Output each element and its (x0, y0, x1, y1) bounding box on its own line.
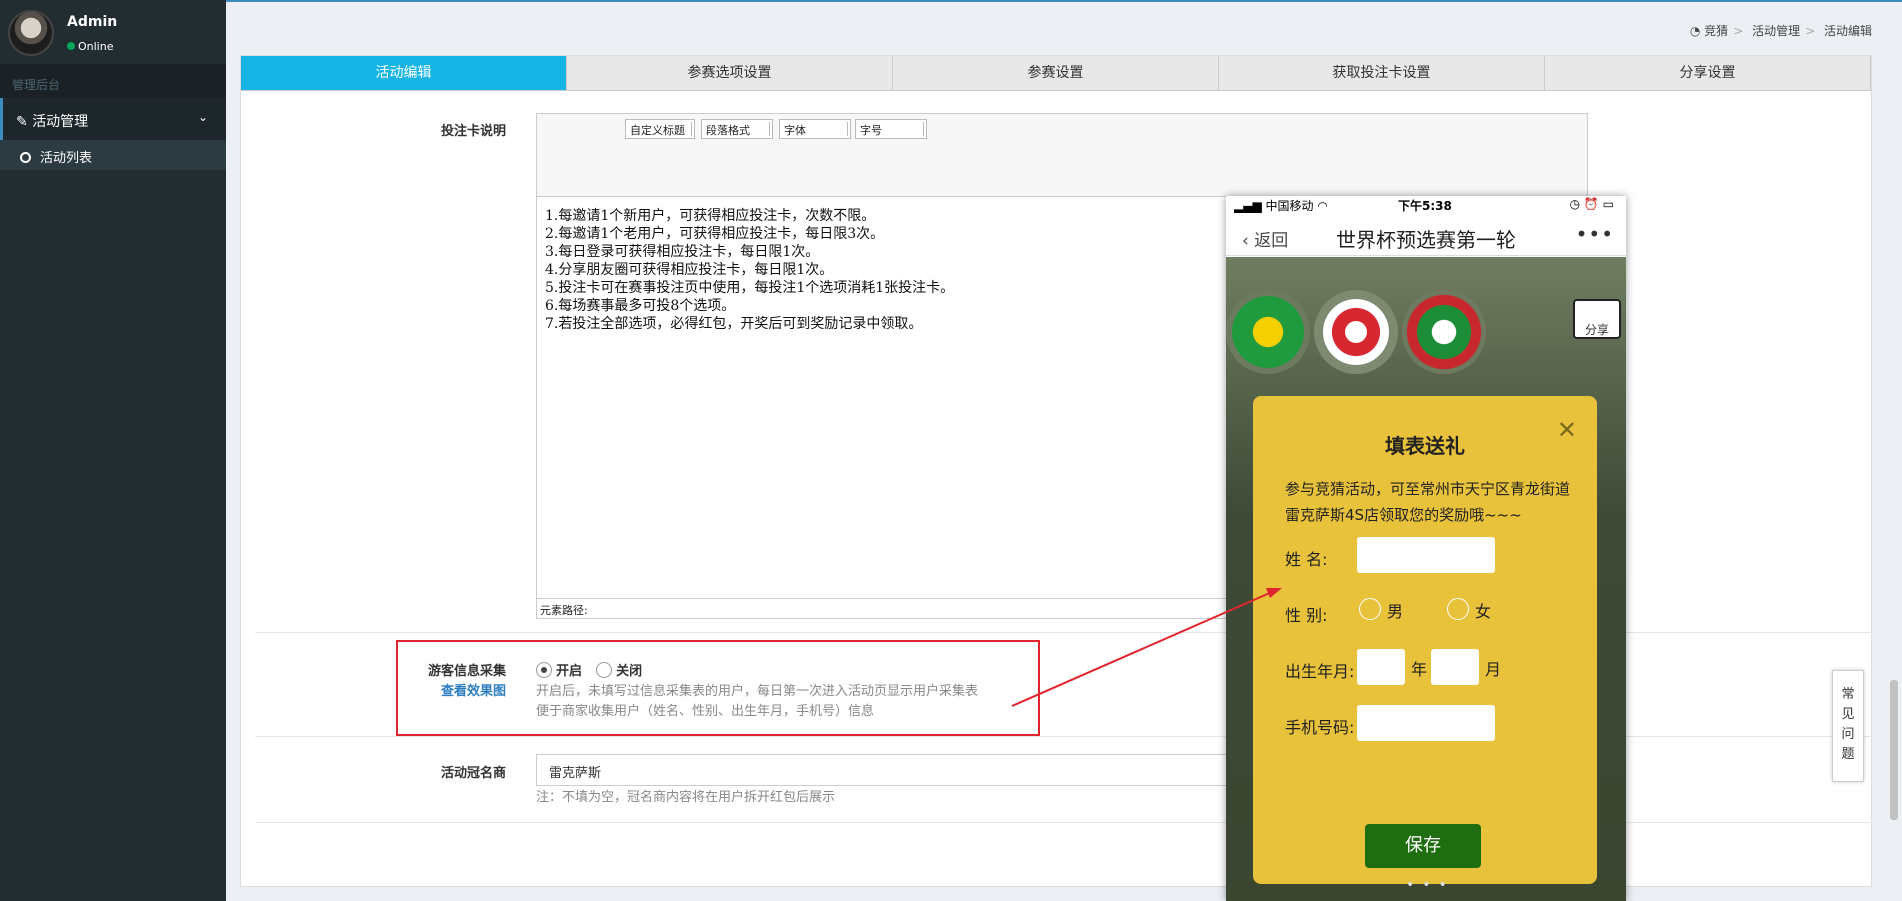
circle-icon (20, 152, 31, 163)
carrier: 中国移动 (1265, 199, 1314, 213)
mexico-ball-icon (1402, 290, 1486, 374)
birth-year-field[interactable] (1357, 649, 1405, 685)
view-effect-link-text[interactable]: 查看效果图 (441, 684, 506, 699)
phone-title: 世界杯预选赛第一轮 (1336, 228, 1516, 252)
sidebar: Admin Online 管理后台 ✎ 活动管理 ⌄ 活动列表 (0, 0, 226, 901)
save-button[interactable]: 保存 (1365, 824, 1481, 868)
tab-bar: 活动编辑 参赛选项设置 参赛设置 获取投注卡设置 分享设置 (241, 56, 1871, 91)
user-name: Admin (67, 14, 118, 30)
sponsor-input[interactable]: 雷克萨斯 (536, 754, 1236, 786)
breadcrumb-item[interactable]: 竞猜 (1704, 24, 1728, 38)
male-radio[interactable] (1359, 598, 1381, 620)
breadcrumb: ◔ 竞猜 > 活动管理 > 活动编辑 (1689, 24, 1872, 38)
card-desc-label: 投注卡说明 (440, 124, 506, 139)
radio-on-label[interactable]: 开启 (556, 664, 582, 679)
croatia-ball-icon (1314, 290, 1398, 374)
guest-radio-group: 开启 关闭 (536, 660, 652, 679)
menu-parent-label: 活动管理 (32, 114, 89, 130)
faq-char: 题 (1841, 747, 1855, 762)
male-label: 男 (1387, 602, 1404, 621)
dashboard-icon: ◔ (1689, 24, 1701, 38)
status-text: Online (78, 40, 114, 53)
divider (255, 632, 1872, 633)
form-modal: ✕ 填表送礼 参与竞猜活动，可至常州市天宁区青龙街道雷克萨斯4S店领取您的奖励哦… (1253, 396, 1597, 884)
year-label: 年 (1411, 660, 1428, 679)
sponsor-note: 注：不填为空，冠名商内容将在用户拆开红包后展示 (536, 790, 836, 805)
guest-help-line: 便于商家收集用户（姓名、性别、出生年月，手机号）信息 (536, 704, 875, 719)
paragraph-format-select[interactable]: 段落格式 (701, 119, 773, 139)
guest-help-line: 开启后，未填写过信息采集表的用户，每日第一次进入活动页显示用户采集表 (536, 684, 979, 699)
avatar[interactable] (8, 10, 54, 56)
scrollbar[interactable] (1890, 680, 1898, 820)
sidebar-header: 管理后台 (0, 64, 226, 98)
top-bar (226, 0, 1902, 2)
phone-status-bar: ▂▄▆ 中国移动 ◠ 下午5:38 ◷ ⏰ ▭ (1226, 196, 1626, 216)
female-radio[interactable] (1447, 598, 1469, 620)
gender-label: 性 别: (1285, 606, 1328, 625)
editor-toolbar: 自定义标题 段落格式 字体 字号 (537, 114, 1587, 197)
name-label: 姓 名: (1285, 550, 1328, 569)
phone-preview: ▂▄▆ 中国移动 ◠ 下午5:38 ◷ ⏰ ▭ ‹ 返回 世界杯预选赛第一轮 •… (1226, 196, 1626, 901)
phone-number-label: 手机号码: (1285, 718, 1355, 737)
tab-option-settings[interactable]: 参赛选项设置 (567, 56, 893, 90)
battery-icon: ◷ ⏰ ▭ (1569, 197, 1614, 211)
more-icon[interactable]: ••• (1576, 222, 1614, 246)
guest-help: 开启后，未填写过信息采集表的用户，每日第一次进入活动页显示用户采集表 便于商家收… (536, 682, 978, 722)
phone-nav-bar: ‹ 返回 世界杯预选赛第一轮 ••• (1226, 216, 1626, 256)
tab-activity-edit[interactable]: 活动编辑 (241, 56, 567, 90)
modal-desc: 参与竞猜活动，可至常州市天宁区青龙街道雷克萨斯4S店领取您的奖励哦~~~ (1285, 480, 1571, 524)
signal-icon: ▂▄▆ (1234, 199, 1262, 213)
user-panel: Admin Online (0, 0, 226, 64)
tab-card-settings[interactable]: 获取投注卡设置 (1219, 56, 1545, 90)
custom-title-select[interactable]: 自定义标题 (625, 119, 695, 139)
font-size-select[interactable]: 字号 (855, 119, 927, 139)
tab-share-settings[interactable]: 分享设置 (1545, 56, 1871, 90)
radio-off-label[interactable]: 关闭 (616, 664, 642, 679)
wifi-icon: ◠ (1317, 199, 1328, 213)
faq-char: 问 (1841, 727, 1855, 742)
radio-on[interactable] (536, 662, 552, 678)
name-field[interactable] (1357, 537, 1495, 573)
font-select[interactable]: 字体 (779, 119, 851, 139)
view-effect-link[interactable]: 查看效果图 (400, 680, 506, 699)
share-button[interactable]: 分享 (1573, 299, 1621, 339)
user-status: Online (67, 40, 113, 53)
faq-tab[interactable]: 常 见 问 题 (1832, 670, 1864, 782)
brazil-ball-icon (1226, 290, 1310, 374)
birth-label: 出生年月: (1285, 662, 1355, 681)
female-label: 女 (1475, 602, 1492, 621)
online-dot-icon (67, 42, 75, 50)
faq-char: 常 (1841, 687, 1855, 702)
radio-off[interactable] (596, 662, 613, 678)
menu-activity-management[interactable]: ✎ 活动管理 ⌄ (0, 98, 226, 140)
divider (255, 822, 1872, 823)
month-label: 月 (1485, 660, 1502, 679)
menu-child-label: 活动列表 (40, 151, 93, 166)
menu-activity-list[interactable]: 活动列表 (0, 140, 226, 170)
breadcrumb-item: 活动编辑 (1823, 24, 1872, 38)
phone-number-field[interactable] (1357, 705, 1495, 741)
pagination-dots: ••• (1406, 877, 1455, 893)
sponsor-label: 活动冠名商 (440, 766, 506, 781)
modal-title: 填表送礼 (1385, 434, 1465, 458)
divider (255, 736, 1872, 737)
birth-month-field[interactable] (1431, 649, 1479, 685)
faq-char: 见 (1841, 707, 1855, 722)
tab-match-settings[interactable]: 参赛设置 (893, 56, 1219, 90)
phone-time: 下午5:38 (1398, 199, 1452, 213)
edit-icon: ✎ (16, 114, 28, 130)
breadcrumb-item[interactable]: 活动管理 (1752, 24, 1800, 38)
phone-background: 分享 ✕ 填表送礼 参与竞猜活动，可至常州市天宁区青龙街道雷克萨斯4S店领取您的… (1226, 257, 1626, 901)
chevron-down-icon: ⌄ (197, 110, 208, 124)
guest-info-label: 游客信息采集 (427, 664, 506, 679)
